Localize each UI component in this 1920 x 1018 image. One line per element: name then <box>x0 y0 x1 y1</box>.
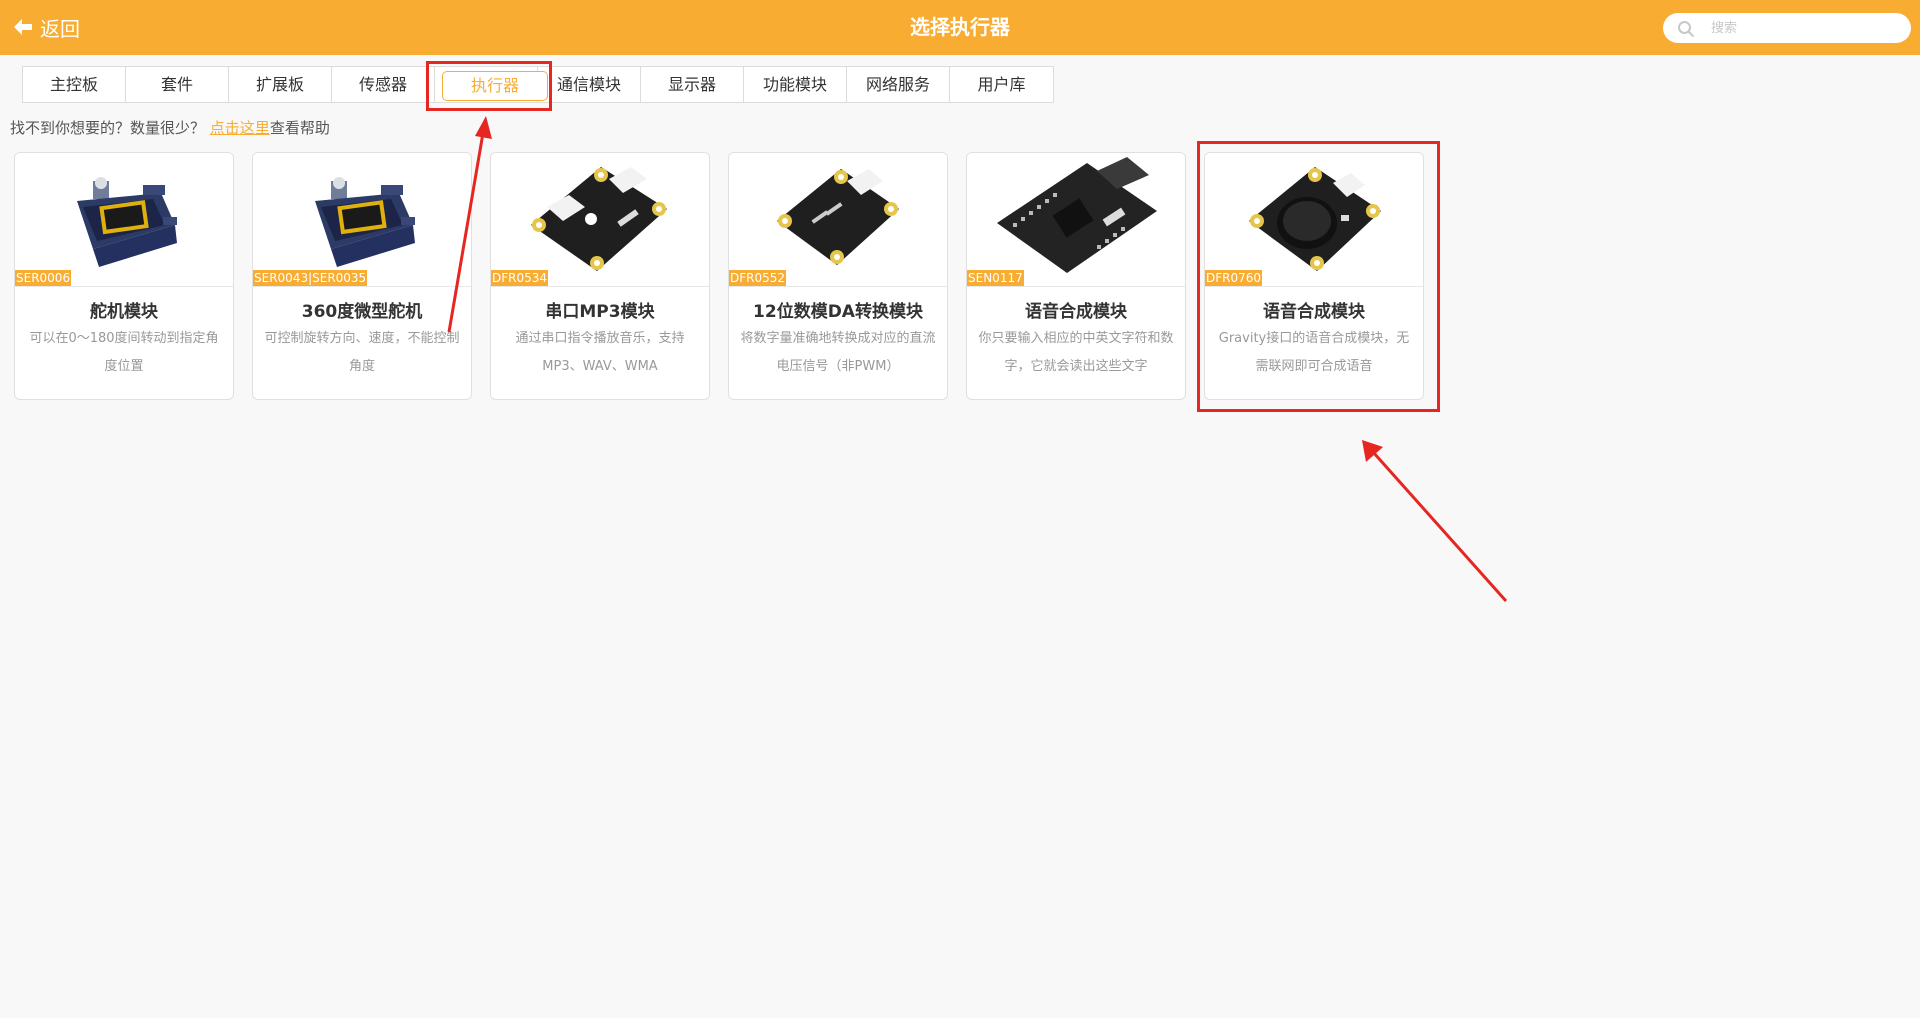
help-link[interactable]: 点击这里 <box>210 119 270 137</box>
product-card-sen0117[interactable]: SEN0117 语音合成模块 你只要输入相应的中英文字符和数字，它就会读出这些文… <box>966 152 1186 400</box>
arrowhead-icon <box>475 116 492 139</box>
speech-gravity-image <box>1249 167 1381 271</box>
product-card-ser0006[interactable]: SER0006 舵机模块 可以在0～180度间转动到指定角度位置 <box>14 152 234 400</box>
page-title: 选择执行器 <box>910 15 1010 39</box>
tab-label: 用户库 <box>977 75 1026 94</box>
tab-label: 套件 <box>160 75 193 94</box>
product-name: 语音合成模块 <box>1025 302 1127 322</box>
product-description: 可控制旋转方向、速度，不能控制角度 <box>264 331 460 374</box>
tab-network-service[interactable]: 网络服务 <box>847 67 950 102</box>
tab-label: 网络服务 <box>865 75 930 94</box>
speech-shield-image <box>997 157 1157 273</box>
product-card-dfr0760[interactable]: DFR0760 语音合成模块 Gravity接口的语音合成模块，无需联网即可合成… <box>1204 152 1424 400</box>
servo-image <box>77 177 177 267</box>
tab-sensor[interactable]: 传感器 <box>332 67 435 102</box>
tab-label: 扩展板 <box>255 75 304 94</box>
sku-badge: DFR0552 <box>729 270 787 286</box>
product-name: 12位数模DA转换模块 <box>753 302 923 322</box>
category-tabs: 主控板 套件 扩展板 传感器 执行器 通信模块 显示器 功能模块 网络服务 用户… <box>22 66 1054 103</box>
product-name: 语音合成模块 <box>1263 302 1365 322</box>
product-description: 你只要输入相应的中英文字符和数字，它就会读出这些文字 <box>978 331 1174 374</box>
product-image: SEN0117 <box>967 153 1185 287</box>
mp3-board-image <box>531 167 667 271</box>
sku-badge: DFR0534 <box>491 270 549 286</box>
back-button[interactable]: 返回 <box>12 12 80 42</box>
help-text: 找不到你想要的？数量很少？ 点击这里查看帮助 <box>10 117 330 138</box>
sku-badge: SER0006 <box>15 270 72 286</box>
arrowhead-icon <box>1362 440 1383 462</box>
product-image: DFR0760 <box>1205 153 1423 287</box>
search-box[interactable] <box>1663 13 1911 43</box>
product-description: 通过串口指令播放音乐，支持MP3、WAV、WMA <box>515 331 685 374</box>
product-image: SER0006 <box>15 153 233 287</box>
product-image: DFR0552 <box>729 153 947 287</box>
tab-kit[interactable]: 套件 <box>126 67 229 102</box>
tab-display[interactable]: 显示器 <box>641 67 744 102</box>
tab-actuator[interactable]: 执行器 <box>435 67 548 102</box>
help-prefix: 找不到你想要的？数量很少？ <box>10 119 206 137</box>
product-description: 可以在0～180度间转动到指定角度位置 <box>29 331 219 374</box>
product-name: 舵机模块 <box>90 302 158 322</box>
sku-badge: DFR0760 <box>1205 270 1263 286</box>
tab-label: 执行器 <box>442 71 548 101</box>
tab-function-module[interactable]: 功能模块 <box>744 67 847 102</box>
product-description: Gravity接口的语音合成模块，无需联网即可合成语音 <box>1218 331 1410 374</box>
back-label: 返回 <box>40 16 80 41</box>
search-input[interactable] <box>1711 18 1901 38</box>
tab-label: 通信模块 <box>556 75 621 94</box>
back-arrow-icon <box>14 19 32 35</box>
sku-badge: SER0043|SER0035 <box>253 270 368 286</box>
product-card-dfr0552[interactable]: DFR0552 12位数模DA转换模块 将数字量准确地转换成对应的直流电压信号（… <box>728 152 948 400</box>
tab-expansion-board[interactable]: 扩展板 <box>229 67 332 102</box>
tab-label: 显示器 <box>667 75 716 94</box>
search-icon <box>1678 21 1695 38</box>
tab-label: 传感器 <box>358 75 407 94</box>
dac-board-image <box>777 169 899 265</box>
product-image: DFR0534 <box>491 153 709 287</box>
tab-mainboard[interactable]: 主控板 <box>23 67 126 102</box>
sku-badge: SEN0117 <box>967 270 1024 286</box>
product-name: 串口MP3模块 <box>545 302 655 322</box>
tab-label: 功能模块 <box>762 75 827 94</box>
servo-image <box>315 177 415 267</box>
product-description: 将数字量准确地转换成对应的直流电压信号（非PWM） <box>740 331 936 374</box>
product-card-ser0043[interactable]: SER0043|SER0035 360度微型舵机 可控制旋转方向、速度，不能控制… <box>252 152 472 400</box>
product-name: 360度微型舵机 <box>301 302 423 322</box>
annotation-arrow-diagonal <box>1371 451 1508 602</box>
top-bar: 返回 选择执行器 <box>0 0 1920 55</box>
help-suffix: 查看帮助 <box>269 119 330 137</box>
tab-user-library[interactable]: 用户库 <box>950 67 1053 102</box>
tab-label: 主控板 <box>49 75 98 94</box>
product-card-dfr0534[interactable]: DFR0534 串口MP3模块 通过串口指令播放音乐，支持MP3、WAV、WMA <box>490 152 710 400</box>
product-image: SER0043|SER0035 <box>253 153 471 287</box>
tab-communication[interactable]: 通信模块 <box>538 67 641 102</box>
